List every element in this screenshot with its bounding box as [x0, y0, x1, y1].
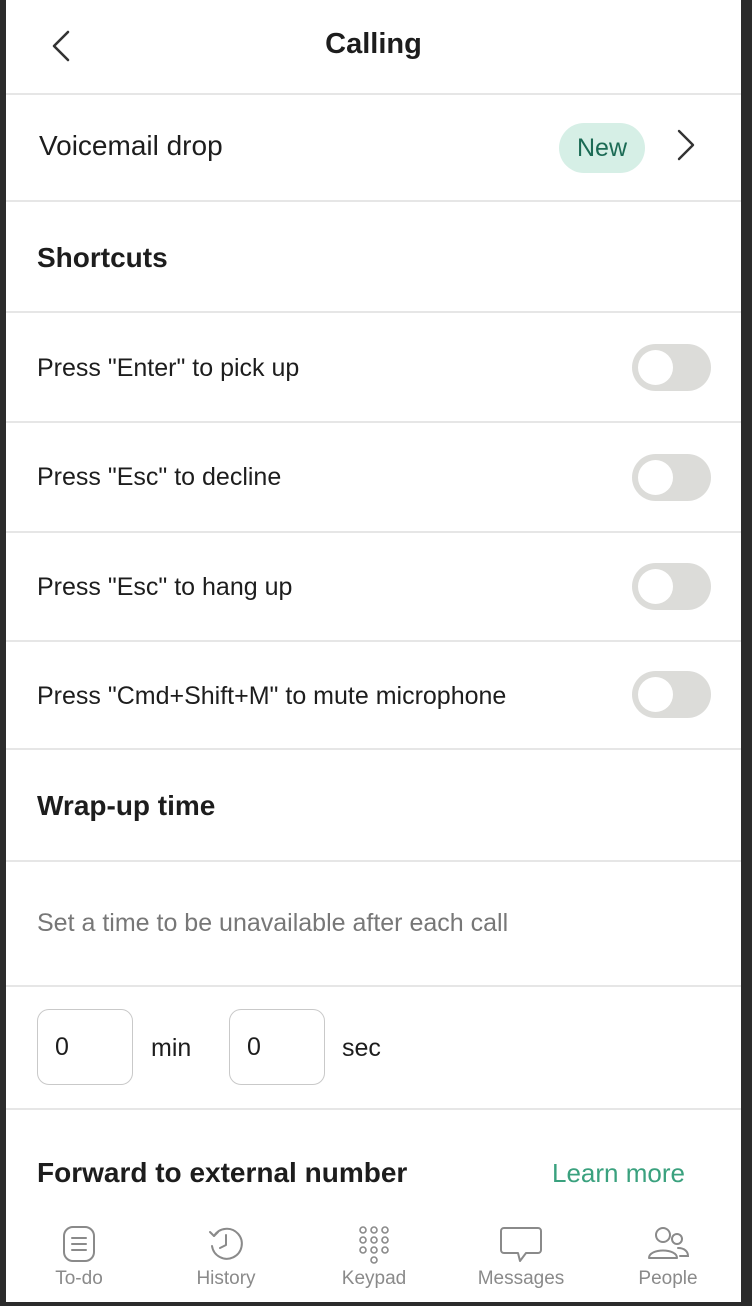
- shortcut-row-mute: Press "Cmd+Shift+M" to mute microphone: [6, 642, 741, 750]
- shortcut-label: Press "Cmd+Shift+M" to mute microphone: [37, 682, 507, 710]
- page-title: Calling: [325, 28, 422, 60]
- esc-hangup-toggle[interactable]: [632, 563, 711, 610]
- chevron-right-icon: [677, 129, 695, 161]
- toggle-knob: [638, 350, 673, 385]
- shortcut-label: Press "Esc" to decline: [37, 463, 282, 491]
- minutes-unit: min: [151, 1034, 192, 1062]
- esc-decline-toggle[interactable]: [632, 454, 711, 501]
- toggle-knob: [638, 677, 673, 712]
- new-badge: New: [559, 123, 645, 173]
- tab-messages[interactable]: Messages: [461, 1212, 581, 1290]
- shortcuts-section: Shortcuts: [6, 202, 741, 313]
- shortcut-row-esc-decline: Press "Esc" to decline: [6, 423, 741, 533]
- clock-history-icon: [209, 1227, 243, 1260]
- shortcut-row-esc-hangup: Press "Esc" to hang up: [6, 533, 741, 642]
- enter-pickup-toggle[interactable]: [632, 344, 711, 391]
- header: Calling: [6, 0, 741, 95]
- minutes-input[interactable]: 0: [37, 1009, 133, 1085]
- tab-label: People: [638, 1268, 698, 1289]
- people-icon: [648, 1227, 690, 1259]
- voicemail-drop-label: Voicemail drop: [39, 130, 223, 161]
- mute-microphone-toggle[interactable]: [632, 671, 711, 718]
- chat-bubble-icon: [500, 1227, 542, 1262]
- tab-label: History: [196, 1268, 256, 1289]
- app-screen: Calling Voicemail drop New Shortcuts Pre…: [6, 0, 741, 1302]
- voicemail-drop-row[interactable]: Voicemail drop New: [6, 95, 741, 202]
- shortcut-row-enter-pickup: Press "Enter" to pick up: [6, 313, 741, 423]
- shortcut-label: Press "Enter" to pick up: [37, 354, 300, 382]
- tab-bar: To-do History Keypad Messages People: [6, 1212, 741, 1302]
- tab-label: To-do: [55, 1268, 103, 1289]
- tab-keypad[interactable]: Keypad: [314, 1212, 434, 1290]
- wrapup-section: Wrap-up time: [6, 750, 741, 862]
- toggle-knob: [638, 569, 673, 604]
- tab-label: Keypad: [341, 1268, 407, 1289]
- learn-more-link[interactable]: Learn more: [552, 1158, 685, 1189]
- tab-people[interactable]: People: [608, 1212, 728, 1290]
- seconds-input[interactable]: 0: [229, 1009, 325, 1085]
- tab-todo[interactable]: To-do: [19, 1212, 139, 1290]
- forward-heading: Forward to external number: [37, 1157, 408, 1188]
- seconds-unit: sec: [342, 1034, 381, 1062]
- shortcuts-heading: Shortcuts: [37, 242, 168, 273]
- wrapup-hint-row: Set a time to be unavailable after each …: [6, 862, 741, 987]
- tab-history[interactable]: History: [166, 1212, 286, 1290]
- wrapup-heading: Wrap-up time: [37, 790, 216, 821]
- wrapup-hint: Set a time to be unavailable after each …: [37, 909, 509, 937]
- divider: [6, 1108, 741, 1110]
- toggle-knob: [638, 460, 673, 495]
- tab-label: Messages: [477, 1268, 565, 1289]
- shortcut-label: Press "Esc" to hang up: [37, 573, 293, 601]
- todo-list-icon: [63, 1226, 95, 1262]
- keypad-icon: [359, 1226, 389, 1264]
